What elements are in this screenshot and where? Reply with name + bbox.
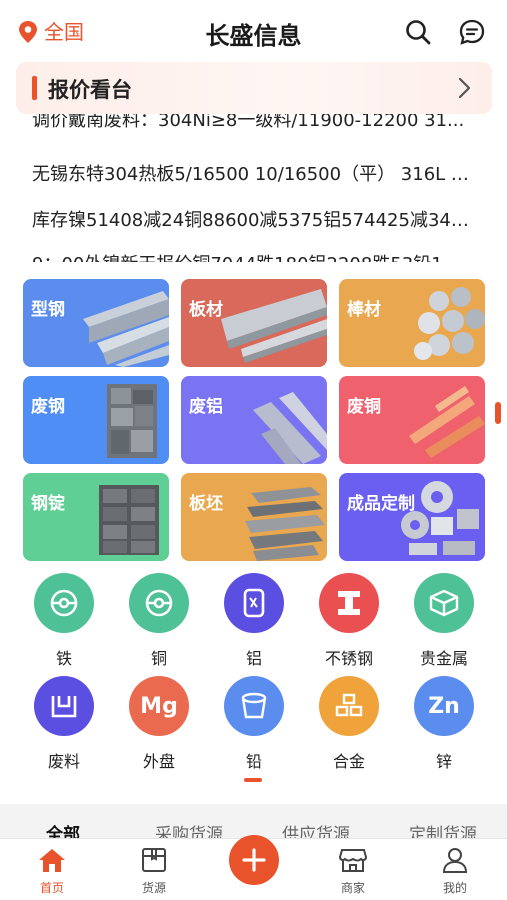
category-tile-scrap-steel[interactable]: 废钢 bbox=[23, 376, 169, 464]
nav-merchants[interactable]: 商家 bbox=[318, 847, 388, 896]
bar-stock-image bbox=[414, 287, 485, 360]
category-label: 钢锭 bbox=[31, 494, 65, 514]
metal-label: 外盘 bbox=[142, 752, 175, 771]
metal-item-foreign-market[interactable]: Mg 外盘 bbox=[119, 676, 199, 772]
bucket-icon bbox=[224, 676, 284, 736]
metal-label: 废料 bbox=[47, 752, 80, 771]
category-tile-scrap-copper[interactable]: 废铜 bbox=[339, 376, 485, 464]
scrap-copper-image bbox=[409, 386, 485, 458]
message-icon[interactable] bbox=[458, 18, 486, 46]
zinc-icon: Zn bbox=[414, 676, 474, 736]
tab-custom[interactable]: 定制货源 bbox=[409, 820, 477, 840]
custom-products-image bbox=[401, 481, 479, 555]
category-label: 成品定制 bbox=[347, 494, 415, 514]
metal-item-copper[interactable]: 铜 bbox=[119, 573, 199, 669]
scrap-steel-image bbox=[107, 384, 157, 458]
metal-label: 铅 bbox=[245, 752, 262, 771]
scrap-bin-icon bbox=[34, 676, 94, 736]
side-scroll-indicator bbox=[495, 402, 501, 424]
ingot-image bbox=[99, 485, 159, 555]
plus-icon bbox=[242, 848, 266, 872]
can-icon bbox=[224, 573, 284, 633]
plate-image bbox=[221, 289, 327, 363]
category-tile-custom-products[interactable]: 成品定制 bbox=[339, 473, 485, 561]
slab-image bbox=[245, 487, 325, 561]
bottom-nav: 首页 货源 商家 我的 bbox=[0, 835, 507, 900]
metal-item-iron[interactable]: 铁 bbox=[24, 573, 104, 669]
metal-item-zinc[interactable]: Zn 锌 bbox=[404, 676, 484, 772]
box-icon bbox=[414, 573, 474, 633]
metal-item-stainless-steel[interactable]: 不锈钢 bbox=[309, 573, 389, 669]
publish-button[interactable] bbox=[229, 835, 279, 885]
category-tile-plate[interactable]: 板材 bbox=[181, 279, 327, 367]
search-icon[interactable] bbox=[404, 18, 432, 46]
store-icon bbox=[338, 849, 368, 872]
nav-label: 首页 bbox=[39, 881, 64, 895]
metal-label: 铜 bbox=[150, 649, 167, 668]
nav-home[interactable]: 首页 bbox=[17, 847, 87, 896]
metal-label: 合金 bbox=[332, 752, 365, 771]
page-indicator bbox=[244, 778, 262, 782]
coin-icon bbox=[34, 573, 94, 633]
category-tile-bar-stock[interactable]: 棒材 bbox=[339, 279, 485, 367]
category-label: 棒材 bbox=[347, 300, 381, 320]
stack-blocks-icon bbox=[319, 676, 379, 736]
metal-label: 贵金属 bbox=[419, 649, 468, 668]
nav-label: 货源 bbox=[141, 881, 166, 895]
category-tile-slab[interactable]: 板坯 bbox=[181, 473, 327, 561]
metal-item-scrap[interactable]: 废料 bbox=[24, 676, 104, 772]
category-tile-scrap-aluminum[interactable]: 废铝 bbox=[181, 376, 327, 464]
price-board-header[interactable]: 报价看台 bbox=[16, 62, 492, 114]
category-label: 废钢 bbox=[31, 397, 65, 417]
nav-profile[interactable]: 我的 bbox=[420, 847, 490, 896]
tab-supply[interactable]: 供应货源 bbox=[282, 820, 350, 840]
metal-item-precious-metal[interactable]: 贵金属 bbox=[404, 573, 484, 669]
magnesium-icon: Mg bbox=[129, 676, 189, 736]
category-tile-ingot[interactable]: 钢锭 bbox=[23, 473, 169, 561]
scrap-aluminum-image bbox=[253, 392, 327, 464]
price-board-title: 报价看台 bbox=[48, 78, 132, 102]
chevron-right-icon bbox=[458, 77, 471, 99]
ticker-line[interactable]: 库存镍51408减24铜88600减5375铝574425减345... bbox=[32, 206, 472, 232]
board-accent-bar bbox=[32, 76, 37, 100]
nav-label: 商家 bbox=[340, 881, 365, 895]
ticker-line[interactable]: 调价戴南废料：304Ni≥8一级料/11900-12200 31... bbox=[32, 114, 472, 132]
metal-label: 铁 bbox=[55, 649, 72, 668]
nav-label: 我的 bbox=[442, 881, 467, 895]
coin-icon bbox=[129, 573, 189, 633]
home-icon bbox=[39, 849, 65, 872]
steel-beam-icon bbox=[319, 573, 379, 633]
category-label: 废铝 bbox=[189, 397, 223, 417]
metal-label: 锌 bbox=[435, 752, 452, 771]
ticker-line[interactable]: 无锡东特304热板5/16500 10/16500（平） 316L 5... bbox=[32, 160, 472, 186]
price-ticker[interactable]: 调价戴南废料：304Ni≥8一级料/11900-12200 31... 无锡东特… bbox=[0, 114, 507, 262]
top-header: 全国 长盛信息 bbox=[0, 0, 507, 62]
tab-purchase[interactable]: 采购货源 bbox=[155, 820, 223, 840]
tab-all[interactable]: 全部 bbox=[46, 820, 80, 840]
category-label: 板材 bbox=[189, 300, 223, 320]
section-steel-image bbox=[83, 291, 169, 367]
category-tile-section-steel[interactable]: 型钢 bbox=[23, 279, 169, 367]
metal-label: 不锈钢 bbox=[324, 649, 373, 668]
metal-label: 铝 bbox=[245, 649, 262, 668]
nav-goods[interactable]: 货源 bbox=[119, 847, 189, 896]
metal-item-alloy[interactable]: 合金 bbox=[309, 676, 389, 772]
metal-item-aluminum[interactable]: 铝 bbox=[214, 573, 294, 669]
category-label: 板坯 bbox=[189, 494, 223, 514]
metal-item-lead[interactable]: 铅 bbox=[214, 676, 294, 772]
category-label: 型钢 bbox=[31, 300, 65, 320]
ticker-line[interactable]: 9：00外镍新天报价铜7044跌180铝2208跌53铅196... bbox=[32, 250, 472, 262]
category-label: 废铜 bbox=[347, 397, 381, 417]
package-icon bbox=[142, 848, 166, 872]
user-icon bbox=[442, 848, 468, 873]
